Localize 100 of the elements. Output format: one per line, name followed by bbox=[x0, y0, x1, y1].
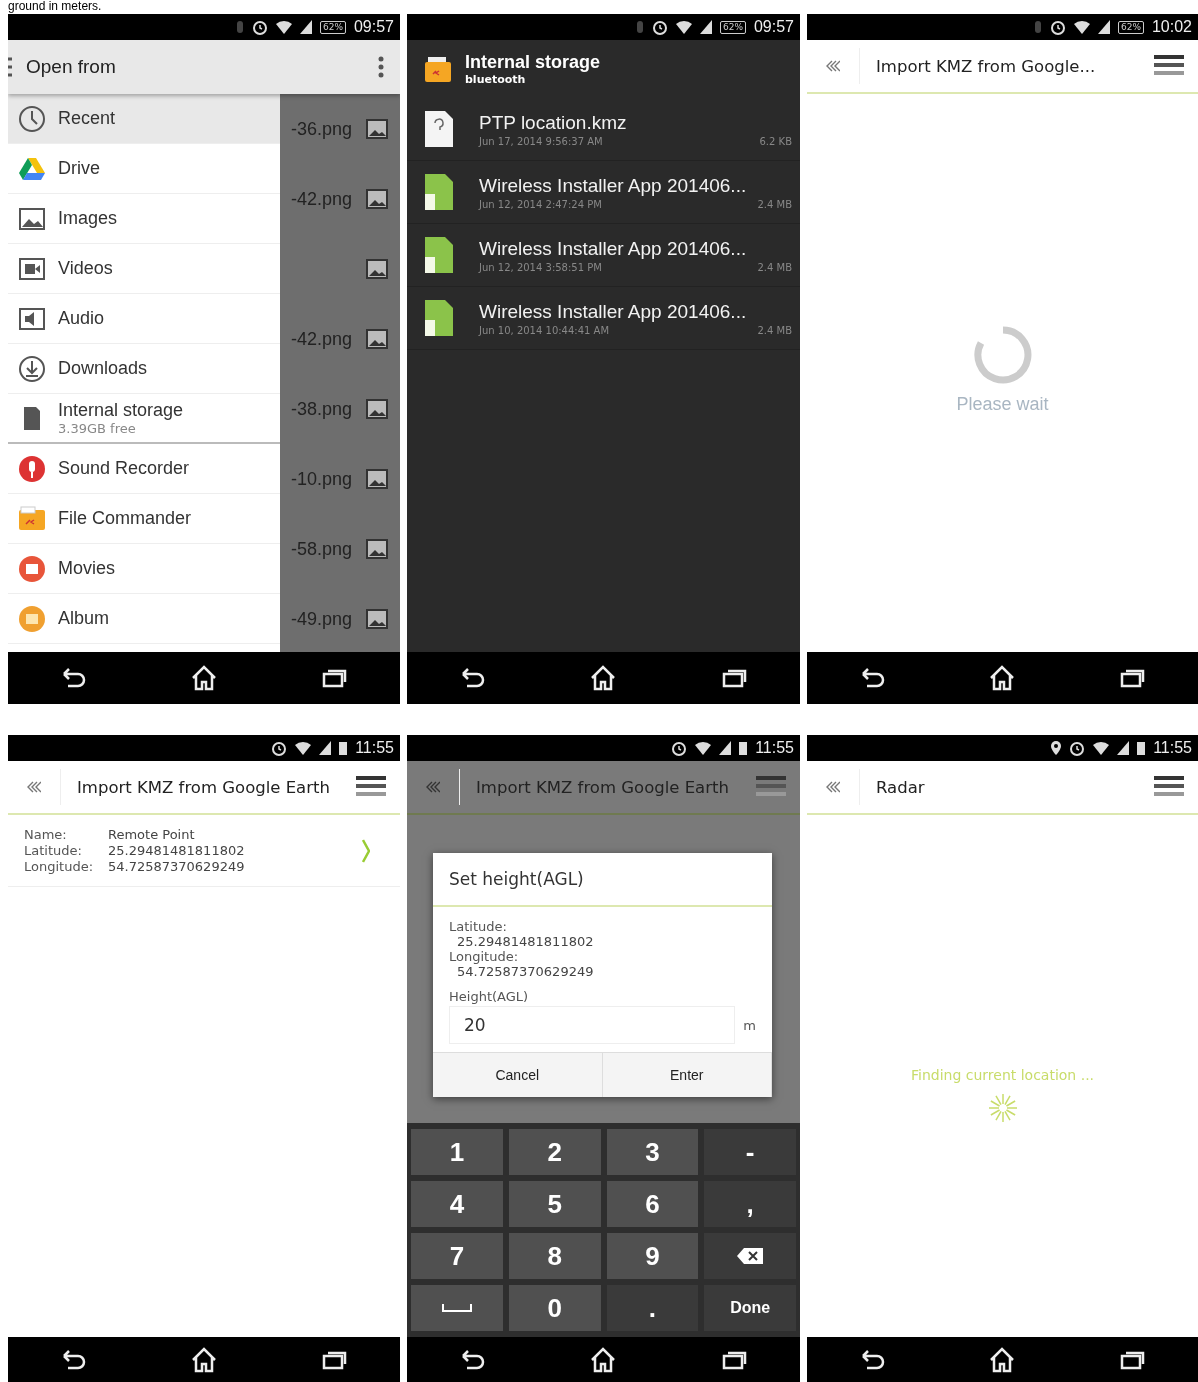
recent-apps-icon[interactable] bbox=[1120, 1349, 1147, 1370]
keyboard-key[interactable]: - bbox=[704, 1129, 796, 1175]
menu-icon[interactable] bbox=[1154, 55, 1184, 77]
back-icon[interactable] bbox=[459, 668, 486, 688]
done-key[interactable]: Done bbox=[704, 1285, 796, 1331]
wifi-icon bbox=[675, 20, 692, 34]
file-row[interactable]: Wireless Installer App 201406... Jun 12, 2014 3:58:51 PM 2.4 MB bbox=[407, 224, 800, 287]
field-label: Name: bbox=[24, 827, 68, 842]
item-label: Videos bbox=[58, 258, 113, 279]
signal-icon bbox=[1097, 20, 1110, 34]
image-icon bbox=[366, 119, 388, 139]
keyboard-key[interactable]: 8 bbox=[508, 1233, 601, 1279]
recent-apps-icon[interactable] bbox=[721, 668, 748, 688]
home-icon[interactable] bbox=[190, 1346, 218, 1373]
home-icon[interactable] bbox=[190, 665, 218, 691]
wifi-icon bbox=[295, 741, 312, 755]
unit-label: m bbox=[743, 1017, 756, 1033]
menu-icon[interactable] bbox=[356, 776, 386, 798]
screen-title: Radar bbox=[875, 777, 926, 797]
file-name: -36.png bbox=[290, 118, 352, 140]
dialog-button[interactable]: Cancel bbox=[433, 1053, 603, 1097]
field-label: Latitude: bbox=[24, 843, 83, 858]
file-name: Wireless Installer App 201406... bbox=[479, 174, 748, 197]
free-space: 3.39GB free bbox=[58, 421, 137, 436]
keyboard-key[interactable]: , bbox=[704, 1181, 796, 1227]
clock-time: 10:02 bbox=[1151, 18, 1192, 36]
keyboard-key[interactable]: 5 bbox=[508, 1181, 601, 1227]
keyboard-key[interactable]: 6 bbox=[606, 1181, 699, 1227]
back-chevrons-icon[interactable] bbox=[27, 781, 41, 793]
keyboard-key[interactable]: 9 bbox=[606, 1233, 699, 1279]
recent-apps-icon[interactable] bbox=[721, 1349, 748, 1370]
file-row[interactable]: Wireless Installer App 201406... Jun 12, 2014 2:47:24 PM 2.4 MB bbox=[407, 161, 800, 224]
wifi-icon bbox=[1093, 741, 1110, 755]
keyboard-key[interactable]: 7 bbox=[411, 1233, 503, 1279]
screen-title: Import KMZ from Google... bbox=[875, 56, 1097, 76]
file-name: PTP location.kmz bbox=[479, 111, 628, 134]
file-row[interactable]: PTP location.kmz Jun 17, 2014 9:56:37 AM 6.2 KB bbox=[407, 98, 800, 161]
item-label: Internal storage bbox=[58, 400, 184, 421]
wifi-icon bbox=[1073, 20, 1090, 34]
back-icon[interactable] bbox=[459, 1349, 486, 1370]
wifi-icon bbox=[695, 741, 712, 755]
keyboard-key[interactable]: . bbox=[606, 1285, 699, 1331]
back-chevrons-icon[interactable] bbox=[426, 781, 440, 793]
file-size: 2.4 MB bbox=[757, 198, 792, 210]
height-input[interactable]: 20 bbox=[449, 1006, 736, 1044]
back-chevrons-icon[interactable] bbox=[826, 60, 840, 72]
image-icon bbox=[366, 399, 388, 419]
battery-level: 62% bbox=[1117, 20, 1144, 34]
battery-icon bbox=[1137, 741, 1146, 755]
file-size: 6.2 KB bbox=[759, 135, 792, 147]
point-row[interactable]: Name: Remote Point Latitude: 25.29481481811802 Longitude: 54.72587370629249 bbox=[8, 815, 400, 887]
drawer-indicator-icon[interactable] bbox=[8, 56, 12, 78]
signal-icon bbox=[1117, 741, 1130, 755]
coordinate-label: Longitude: bbox=[449, 949, 520, 964]
keyboard-key[interactable]: 2 bbox=[508, 1129, 601, 1175]
back-icon[interactable] bbox=[60, 668, 86, 688]
keyboard-key[interactable]: 1 bbox=[411, 1129, 503, 1175]
file-size: 2.4 MB bbox=[757, 324, 792, 336]
download-icon bbox=[18, 354, 46, 383]
clock-icon bbox=[18, 104, 46, 133]
field-label: Height(AGL) bbox=[449, 989, 530, 1004]
file-row[interactable]: Wireless Installer App 201406... Jun 10, 2014 10:44:41 AM 2.4 MB bbox=[407, 287, 800, 350]
screen-title: Import KMZ from Google Earth bbox=[76, 777, 331, 797]
file-size: 2.4 MB bbox=[757, 261, 792, 273]
dialog-button[interactable]: Enter bbox=[602, 1053, 772, 1097]
item-label: Sound Recorder bbox=[58, 458, 190, 479]
file-name: Wireless Installer App 201406... bbox=[479, 237, 748, 260]
back-icon[interactable] bbox=[60, 1349, 86, 1370]
file-name: -42.png bbox=[290, 188, 352, 210]
loading-burst-icon bbox=[987, 1093, 1018, 1123]
file-date: Jun 12, 2014 3:58:51 PM bbox=[479, 261, 602, 273]
alarm-icon bbox=[1069, 740, 1086, 756]
recent-apps-icon[interactable] bbox=[1120, 668, 1147, 688]
coordinate-value: 54.72587370629249 bbox=[456, 964, 595, 979]
recent-apps-icon[interactable] bbox=[322, 668, 348, 688]
item-label: Audio bbox=[58, 308, 105, 329]
backspace-key[interactable] bbox=[704, 1233, 796, 1279]
signal-icon bbox=[699, 20, 712, 34]
menu-icon[interactable] bbox=[1154, 776, 1184, 798]
recent-apps-icon[interactable] bbox=[322, 1349, 348, 1370]
item-label: Images bbox=[58, 208, 118, 229]
battery-icon bbox=[739, 741, 748, 755]
file-name: -58.png bbox=[290, 538, 352, 560]
alarm-icon bbox=[671, 740, 688, 756]
battery-level: 62% bbox=[319, 20, 346, 34]
screen-title: Open from bbox=[26, 56, 117, 78]
chevron-right-icon bbox=[362, 838, 370, 863]
clock-time: 09:57 bbox=[353, 18, 394, 36]
keyboard-key[interactable]: 0 bbox=[508, 1285, 601, 1331]
space-icon bbox=[441, 1304, 472, 1312]
file-name: -10.png bbox=[290, 468, 352, 490]
keyboard-key[interactable]: 3 bbox=[606, 1129, 699, 1175]
overflow-menu-icon[interactable] bbox=[378, 55, 384, 79]
item-label: Movies bbox=[58, 558, 115, 579]
keyboard-key[interactable]: 4 bbox=[411, 1181, 503, 1227]
signal-icon bbox=[719, 741, 732, 755]
back-chevrons-icon[interactable] bbox=[826, 781, 840, 793]
alarm-icon bbox=[1049, 19, 1066, 35]
drawer-item[interactable]: Recent bbox=[8, 94, 280, 144]
clock-time: 11:55 bbox=[755, 739, 794, 757]
